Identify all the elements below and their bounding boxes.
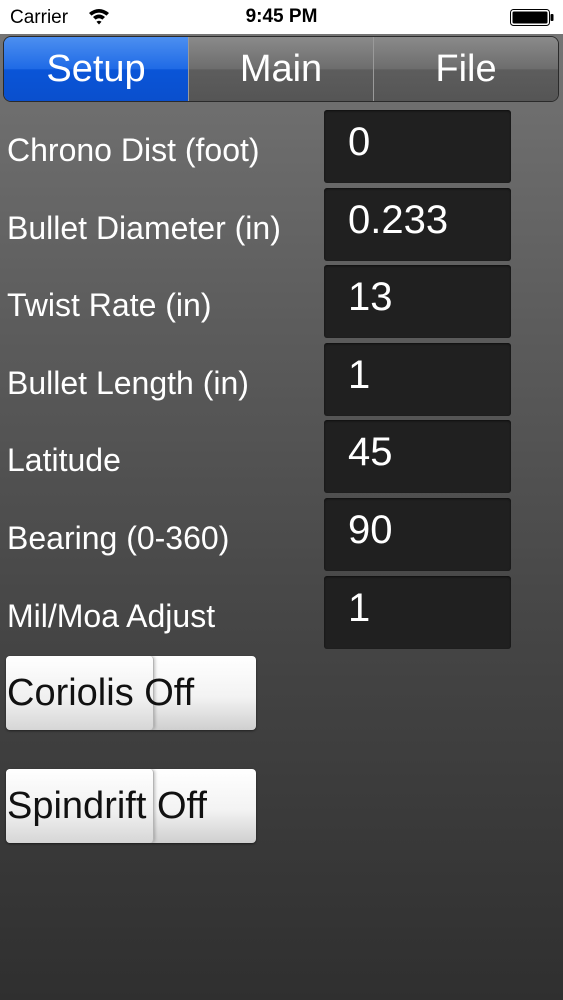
latitude-input[interactable]: 45 (324, 420, 511, 494)
spindrift-toggle-label: Spindrift Off (7, 785, 207, 827)
latitude-label: Latitude (7, 442, 121, 479)
spindrift-toggle[interactable]: Spindrift Off (6, 769, 256, 843)
coriolis-toggle-label: Coriolis Off (7, 672, 195, 714)
chrono-dist-input[interactable]: 0 (324, 110, 511, 183)
tab-setup[interactable]: Setup (4, 37, 188, 101)
bearing-input[interactable]: 90 (324, 497, 511, 571)
status-bar: Carrier 9:45 PM (0, 0, 563, 34)
status-time: 9:45 PM (245, 6, 318, 27)
bullet-length-input[interactable]: 1 (324, 342, 511, 416)
battery-icon (510, 9, 554, 26)
row-chrono-dist: Chrono Dist (foot) 0 (0, 108, 563, 186)
mil-moa-adjust-label: Mil/Moa Adjust (7, 597, 216, 634)
row-latitude: Latitude 45 (0, 418, 563, 496)
row-twist-rate: Twist Rate (in) 13 (0, 263, 563, 341)
tab-main[interactable]: Main (188, 37, 373, 101)
setup-form: Chrono Dist (foot) 0 Bullet Diameter (in… (0, 108, 563, 651)
row-bullet-diameter: Bullet Diameter (in) 0.233 (0, 186, 563, 264)
row-bearing: Bearing (0-360) 90 (0, 496, 563, 574)
twist-rate-input[interactable]: 13 (324, 265, 511, 339)
bullet-diameter-input[interactable]: 0.233 (324, 187, 511, 261)
bullet-length-label: Bullet Length (in) (7, 364, 249, 401)
bullet-diameter-label: Bullet Diameter (in) (7, 209, 281, 246)
chrono-dist-label: Chrono Dist (foot) (7, 132, 260, 168)
tab-bar: Setup Main File (3, 36, 559, 102)
row-mil-moa-adjust: Mil/Moa Adjust 1 (0, 574, 563, 652)
bearing-label: Bearing (0-360) (7, 519, 230, 556)
coriolis-toggle[interactable]: Coriolis Off (6, 656, 256, 730)
twist-rate-label: Twist Rate (in) (7, 287, 212, 324)
tab-file[interactable]: File (373, 37, 558, 101)
mil-moa-adjust-input[interactable]: 1 (324, 575, 511, 649)
row-bullet-length: Bullet Length (in) 1 (0, 341, 563, 419)
